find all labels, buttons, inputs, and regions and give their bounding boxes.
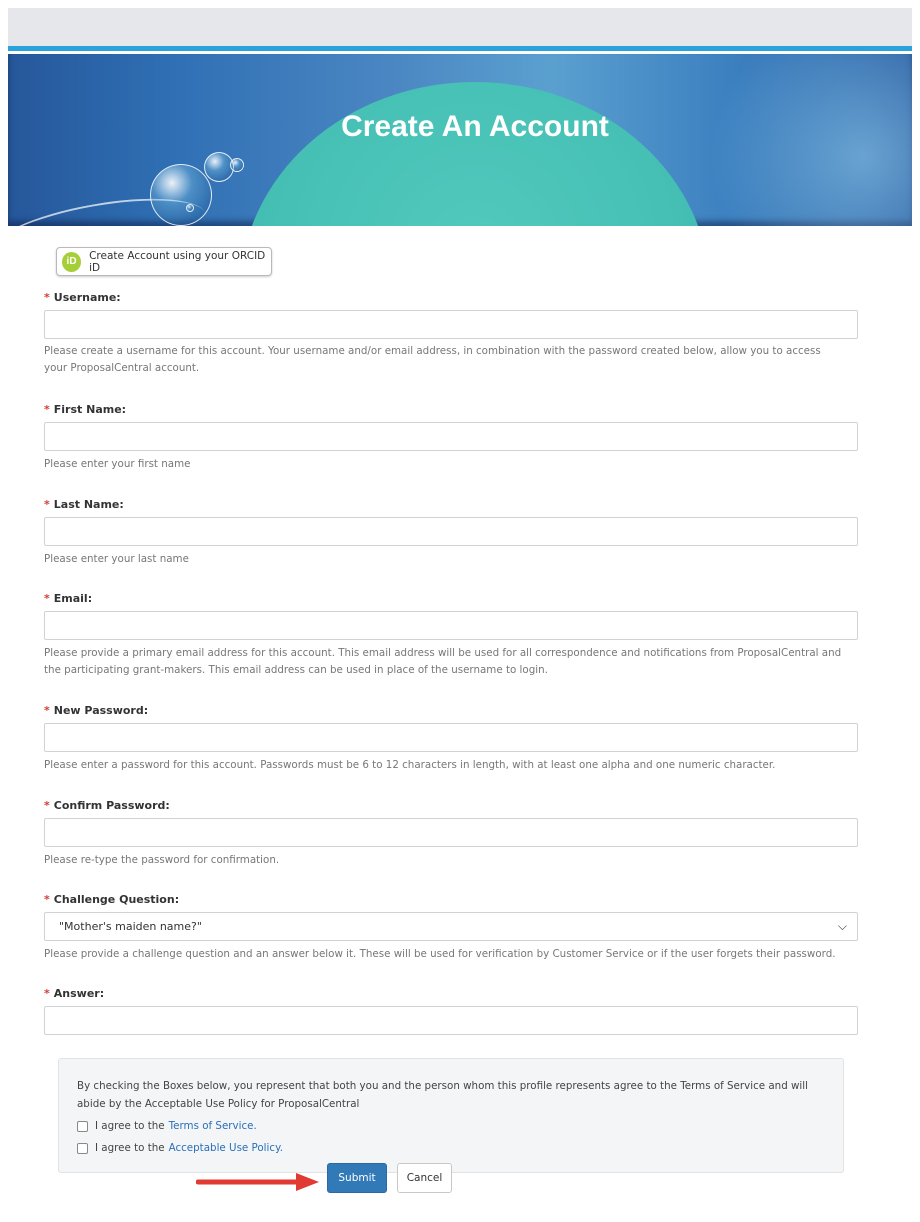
submit-button[interactable]: Submit: [327, 1163, 387, 1193]
bubble-decoration: [186, 204, 194, 212]
acceptable-use-checkbox[interactable]: [77, 1142, 88, 1154]
username-label-text: Username:: [53, 291, 121, 304]
confirm-password-help: Please re-type the password for confirma…: [44, 854, 280, 866]
acceptable-use-prefix: I agree to the: [95, 1142, 165, 1154]
terms-of-service-checkbox[interactable]: [77, 1120, 88, 1132]
last-name-input[interactable]: [44, 517, 858, 546]
new-password-label-text: New Password:: [53, 704, 149, 717]
confirm-password-label-text: Confirm Password:: [53, 799, 170, 812]
banner-dome: [240, 82, 710, 226]
bubble-decoration: [230, 158, 244, 172]
page-title: Create An Account: [341, 110, 609, 143]
last-name-label: * Last Name:: [44, 498, 124, 511]
challenge-question-label: * Challenge Question:: [44, 893, 179, 906]
first-name-input[interactable]: [44, 422, 858, 451]
confirm-password-label: * Confirm Password:: [44, 799, 170, 812]
last-name-help: Please enter your last name: [44, 553, 189, 565]
annotation-arrow-icon: [196, 1173, 319, 1191]
first-name-label-text: First Name:: [53, 403, 127, 416]
username-label: * Username:: [44, 291, 121, 304]
answer-input[interactable]: [44, 1006, 858, 1035]
terms-intro: By checking the Boxes below, you represe…: [77, 1080, 809, 1110]
required-marker: *: [44, 403, 50, 416]
email-label-text: Email:: [53, 592, 93, 605]
first-name-label: * First Name:: [44, 403, 126, 416]
email-help: Please provide a primary email address f…: [44, 647, 842, 676]
required-marker: *: [44, 799, 50, 812]
new-password-input[interactable]: [44, 723, 858, 752]
new-password-help: Please enter a password for this account…: [44, 759, 776, 771]
new-password-label: * New Password:: [44, 704, 148, 717]
confirm-password-input[interactable]: [44, 818, 858, 847]
page-banner: Create An Account: [8, 54, 912, 226]
required-marker: *: [44, 704, 50, 717]
last-name-label-text: Last Name:: [53, 498, 124, 511]
terms-panel: By checking the Boxes below, you represe…: [58, 1058, 844, 1173]
orcid-create-account-button[interactable]: iD Create Account using your ORCID iD: [56, 247, 272, 276]
email-label: * Email:: [44, 592, 92, 605]
acceptable-use-policy-link[interactable]: Acceptable Use Policy.: [169, 1142, 283, 1154]
header-accent-line: [8, 46, 912, 51]
username-input[interactable]: [44, 310, 858, 339]
required-marker: *: [44, 291, 50, 304]
terms-of-service-prefix: I agree to the: [95, 1120, 165, 1132]
challenge-question-value: "Mother's maiden name?": [59, 920, 202, 933]
required-marker: *: [44, 987, 50, 1000]
challenge-question-select[interactable]: "Mother's maiden name?" ⌵: [44, 912, 858, 941]
cancel-button[interactable]: Cancel: [397, 1163, 452, 1193]
orcid-button-label: Create Account using your ORCID iD: [89, 249, 266, 274]
required-marker: *: [44, 893, 50, 906]
challenge-question-label-text: Challenge Question:: [53, 893, 180, 906]
terms-of-service-row: I agree to the Terms of Service.: [77, 1120, 257, 1132]
answer-label-text: Answer:: [53, 987, 105, 1000]
username-help: Please create a username for this accoun…: [44, 345, 821, 374]
acceptable-use-row: I agree to the Acceptable Use Policy.: [77, 1142, 283, 1154]
required-marker: *: [44, 592, 50, 605]
first-name-help: Please enter your first name: [44, 458, 191, 470]
required-marker: *: [44, 498, 50, 511]
browser-top-bar: [8, 8, 912, 46]
answer-label: * Answer:: [44, 987, 104, 1000]
challenge-question-help: Please provide a challenge question and …: [44, 948, 836, 960]
chevron-down-icon: ⌵: [837, 919, 847, 933]
orcid-icon: iD: [62, 251, 82, 272]
email-input[interactable]: [44, 611, 858, 640]
terms-of-service-link[interactable]: Terms of Service.: [169, 1120, 257, 1132]
bubble-decoration: [150, 164, 212, 226]
